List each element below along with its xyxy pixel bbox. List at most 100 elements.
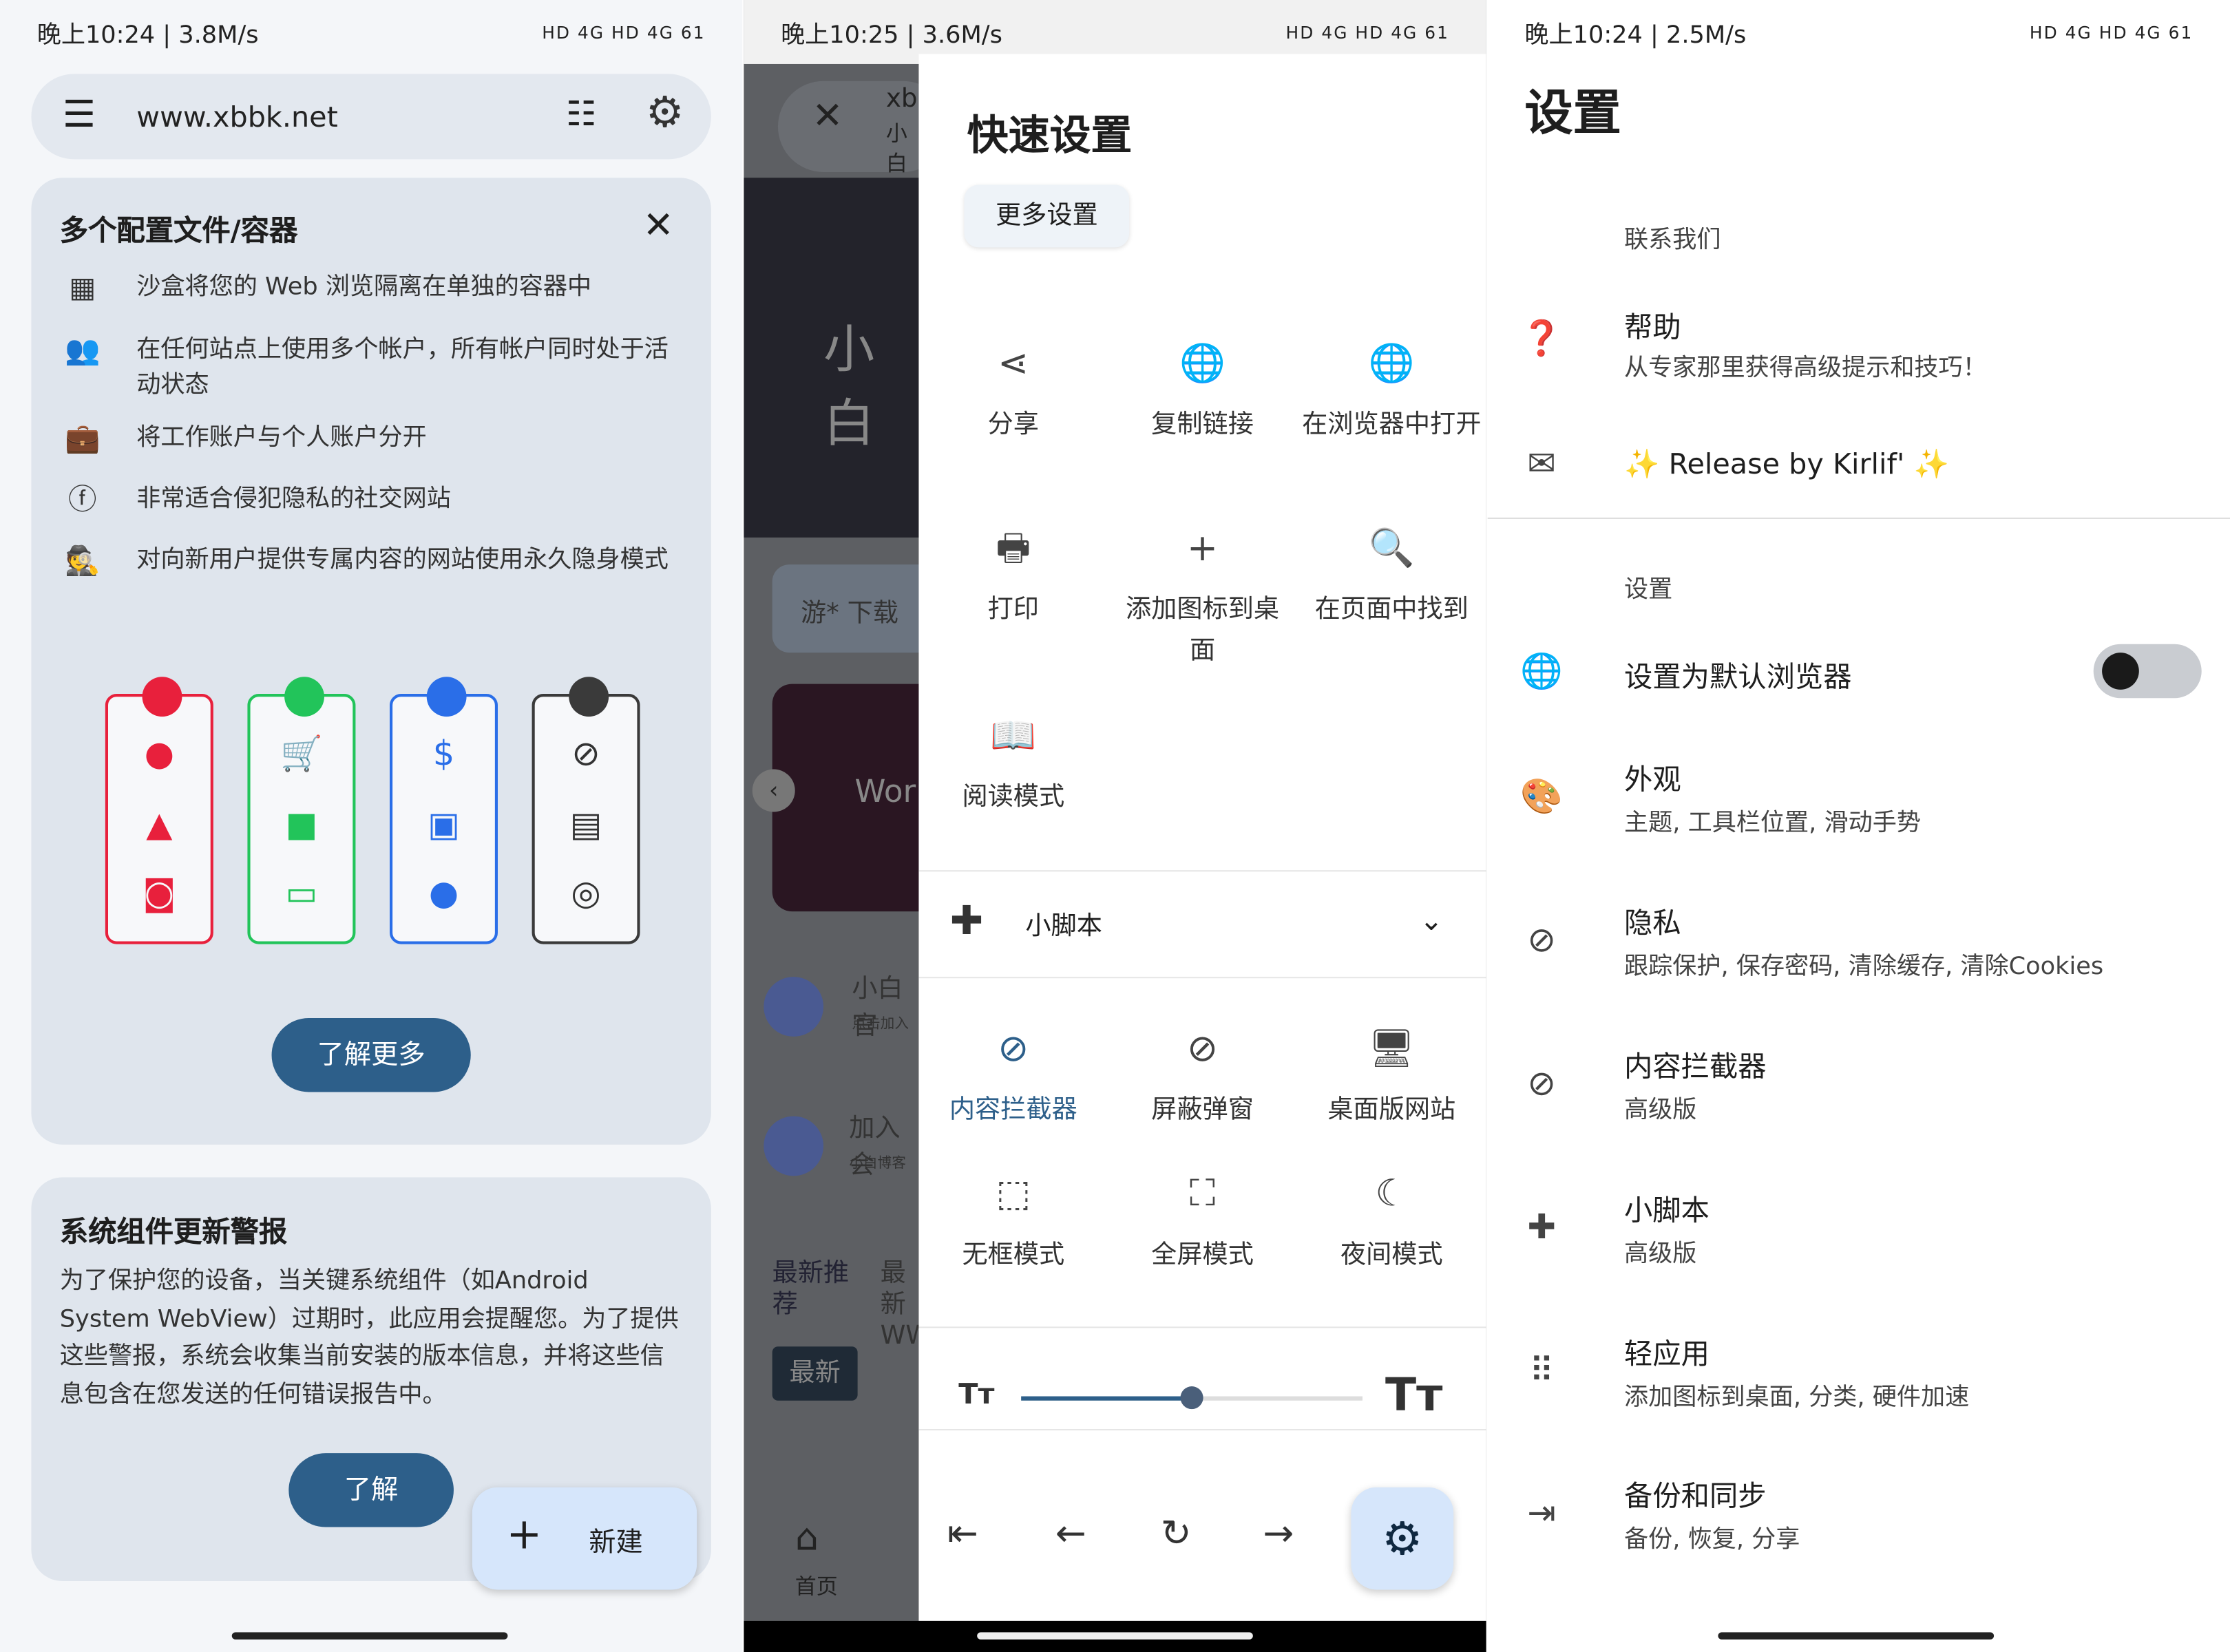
content-blocker-toggle[interactable]: ⊘ 内容拦截器 <box>918 1028 1108 1131</box>
globe-icon: 🌐 <box>1368 342 1415 385</box>
background-page: ✕ xbl 小白 小白 游* 下载 Wor ‹ 小白官 点击加入 加入会 小白博… <box>744 64 949 1621</box>
cash-icon: ▣ <box>428 805 460 845</box>
first-page-icon[interactable]: ⇤ <box>947 1513 978 1556</box>
chat-icon: ● <box>144 733 174 774</box>
search-icon: 🔍 <box>1368 527 1415 571</box>
scripts-row[interactable]: ✚ 小脚本 ⌄ <box>918 871 1486 977</box>
dollar-icon: $ <box>432 733 455 774</box>
copy-link-button[interactable]: 🌐 复制链接 <box>1108 342 1297 445</box>
url-bar[interactable]: ☰ www.xbbk.net ☷ ⚙ <box>31 74 711 160</box>
url-text[interactable]: www.xbbk.net <box>136 100 337 134</box>
settings-item[interactable]: ✚ 小脚本 高级版 <box>1488 1187 2230 1287</box>
gift-icon: ■ <box>285 805 318 845</box>
night-mode-toggle[interactable]: ☾ 夜间模式 <box>1297 1174 1486 1275</box>
people-icon: 👥 <box>65 332 101 367</box>
add-to-home-button[interactable]: + 添加图标到桌面 <box>1108 527 1297 671</box>
text-size-slider[interactable] <box>1021 1386 1363 1410</box>
share-icon: ⋖ <box>998 342 1029 385</box>
thumb-up-icon: ▲ <box>146 805 173 845</box>
feature-text: 在任何站点上使用多个帐户，所有帐户同时处于活动状态 <box>136 335 669 400</box>
menu-icon[interactable]: ☰ <box>63 94 96 136</box>
settings-button[interactable]: ⚙ <box>1351 1487 1454 1590</box>
cart-icon: 🛒 <box>280 733 323 774</box>
learn-button[interactable]: 了解 <box>288 1453 454 1527</box>
find-in-page-button[interactable]: 🔍 在页面中找到 <box>1297 527 1486 630</box>
briefcase-icon: 💼 <box>65 421 101 456</box>
settings-item[interactable]: 🎨 外观 主题, 工具栏位置, 滑动手势 <box>1488 756 2230 856</box>
help-item[interactable]: ❓ 帮助 从专家那里获得高级提示和技巧！ <box>1488 299 2230 399</box>
desktop-site-toggle[interactable]: 🖥 桌面版网站 <box>1297 1029 1486 1131</box>
frameless-mode-toggle[interactable]: ⬚ 无框模式 <box>918 1174 1108 1275</box>
container-banking: $ ▣ ● <box>390 677 498 944</box>
feature-text: 沙盒将您的 Web 浏览隔离在单独的容器中 <box>136 273 592 301</box>
list-icon[interactable]: ☷ <box>566 94 596 134</box>
piggy-bank-icon: ● <box>428 873 459 913</box>
release-item[interactable]: ✉ ✨ Release by Kirlif' ✨ <box>1488 427 2230 507</box>
status-icons: HD 4G HD 4G 61 <box>542 22 706 42</box>
settings-item[interactable]: ⠿ 轻应用 添加图标到桌面, 分类, 硬件加速 <box>1488 1331 2230 1430</box>
facebook-icon: ⓕ <box>68 482 97 516</box>
settings-item[interactable]: ⊘ 隐私 跟踪保护, 保存密码, 清除缓存, 清除Cookies <box>1488 900 2230 1000</box>
feature-text: 非常适合侵犯隐私的社交网站 <box>136 485 451 513</box>
container-private: ⊘ ▤ ◎ <box>532 677 640 944</box>
status-bar: 晚上10:24 | 2.5M/s HD 4G HD 4G 61 <box>1488 0 2230 64</box>
print-icon: 🖶 <box>996 527 1031 571</box>
apps-icon: ⠿ <box>1529 1351 1555 1391</box>
new-fab[interactable]: + 新建 <box>472 1487 697 1590</box>
drawer-title: 快速设置 <box>967 111 1133 160</box>
puzzle-icon: ✚ <box>1527 1207 1556 1247</box>
status-time: 晚上10:24 | 2.5M/s <box>1524 21 1747 50</box>
status-bar: 晚上10:24 | 3.8M/s HD 4G HD 4G 61 <box>0 0 742 64</box>
status-icons: HD 4G HD 4G 61 <box>1285 22 1449 42</box>
calendar-icon: ▤ <box>569 805 602 845</box>
default-browser-item[interactable]: 🌐 设置为默认浏览器 <box>1488 637 2230 708</box>
home-icon: ⌂ <box>795 1517 819 1560</box>
eye-off-icon: ⊘ <box>571 733 600 774</box>
quick-settings-drawer: 快速设置 更多设置 ⋖ 分享 🌐 复制链接 🌐 在浏览器中打开 🖶 打印 + 添加图标到桌… <box>918 54 1486 1621</box>
fullscreen-mode-toggle[interactable]: ⛶ 全屏模式 <box>1108 1174 1297 1275</box>
fingerprint-icon: ◎ <box>571 873 601 913</box>
learn-more-button[interactable]: 了解更多 <box>271 1018 471 1092</box>
eye-off-icon: ⊘ <box>1187 1028 1219 1071</box>
reload-icon[interactable]: ↻ <box>1161 1513 1192 1556</box>
chevron-down-icon: ⌄ <box>1419 902 1444 938</box>
settings-item[interactable]: ⊘ 内容拦截器 高级版 <box>1488 1044 2230 1143</box>
status-time: 晚上10:25 | 3.6M/s <box>781 21 1002 50</box>
fullscreen-icon: ⛶ <box>1189 1173 1216 1216</box>
open-in-browser-button[interactable]: 🌐 在浏览器中打开 <box>1297 342 1486 445</box>
text-small-icon: Tт <box>958 1376 995 1411</box>
close-icon[interactable]: ✕ <box>643 204 674 247</box>
share-button[interactable]: ⋖ 分享 <box>918 342 1108 445</box>
feature-text: 对向新用户提供专属内容的网站使用永久隐身模式 <box>136 546 669 575</box>
slider-fill <box>1021 1396 1192 1401</box>
print-button[interactable]: 🖶 打印 <box>918 527 1108 630</box>
export-icon: ⇥ <box>1527 1492 1556 1533</box>
card-body: 为了保护您的设备，当关键系统组件（如Android System WebView… <box>59 1267 679 1409</box>
default-browser-toggle[interactable] <box>2093 644 2202 699</box>
section-settings: 设置 <box>1624 575 1673 604</box>
bg-hero: 小白 <box>744 178 919 538</box>
plus-icon: + <box>1187 527 1219 571</box>
incognito-icon: 🕵 <box>65 543 101 578</box>
back-icon[interactable]: ← <box>1055 1513 1086 1556</box>
slider-thumb[interactable] <box>1180 1386 1203 1410</box>
globe-icon: 🌐 <box>1179 342 1226 385</box>
block-popups-toggle[interactable]: ⊘ 屏蔽弹窗 <box>1108 1028 1297 1131</box>
frame-icon: ⬚ <box>996 1173 1031 1216</box>
settings-item[interactable]: ⇥ 备份和同步 备份, 恢复, 分享 <box>1488 1473 2230 1573</box>
chevron-left-icon: ‹ <box>752 769 795 812</box>
eye-off-icon: ⊘ <box>998 1028 1029 1071</box>
containers-card <box>31 178 711 1145</box>
more-settings-button[interactable]: 更多设置 <box>964 184 1130 248</box>
money-icon: ▭ <box>285 873 318 913</box>
eye-off-icon: ⊘ <box>1527 1063 1556 1103</box>
night-icon: ☾ <box>1375 1173 1409 1216</box>
puzzle-icon: ✚ <box>949 897 984 944</box>
book-icon: 📖 <box>990 715 1037 759</box>
gear-icon: ⚙ <box>1382 1511 1423 1566</box>
middle-screen: 晚上10:25 | 3.6M/s HD 4G HD 4G 61 ✕ xbl 小白 … <box>744 0 1486 1652</box>
card-title: 系统组件更新警报 <box>59 1214 288 1249</box>
forward-icon[interactable]: → <box>1263 1513 1294 1556</box>
gear-icon[interactable]: ⚙ <box>646 88 684 138</box>
reader-mode-button[interactable]: 📖 阅读模式 <box>918 715 1108 818</box>
